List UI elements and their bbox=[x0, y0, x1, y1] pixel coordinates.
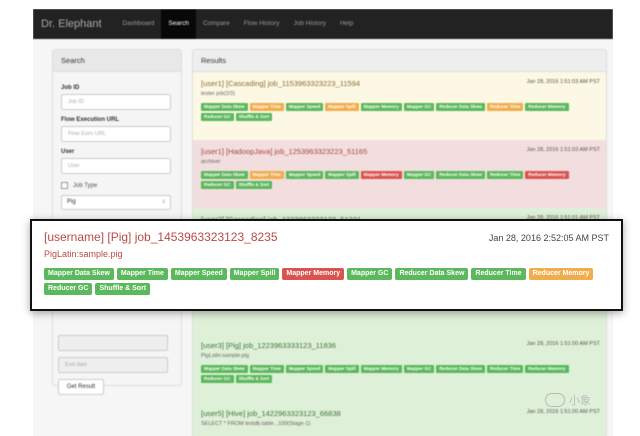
highlighted-result-card[interactable]: [username] [Pig] job_1453963323123_8235 … bbox=[30, 219, 623, 311]
heuristic-badge[interactable]: Reducer GC bbox=[201, 375, 234, 383]
result-time: Jan 28, 2016 1:51:03 AM PST bbox=[526, 147, 600, 153]
heuristic-badge[interactable]: Reducer Time bbox=[486, 365, 524, 373]
heuristic-badge[interactable]: Reducer GC bbox=[201, 181, 234, 189]
heuristic-badge[interactable]: Mapper Speed bbox=[285, 365, 324, 373]
heuristic-badges: Mapper Data Skew Mapper Time Mapper Speed M… bbox=[201, 365, 601, 383]
heuristic-badge[interactable]: Reducer GC bbox=[44, 283, 93, 295]
heuristic-badge[interactable]: Mapper Time bbox=[249, 365, 284, 373]
watermark-text: 小象 bbox=[569, 395, 591, 407]
heuristic-badge[interactable]: Mapper Data Skew bbox=[201, 103, 248, 111]
heuristic-badge[interactable]: Mapper GC bbox=[403, 365, 435, 373]
search-panel-title: Search bbox=[53, 50, 181, 72]
result-title[interactable]: [user5] [Hive] job_1422963323123_66838 bbox=[201, 409, 341, 418]
result-title[interactable]: [user3] [Pig] job_1223963333123_11836 bbox=[201, 341, 336, 350]
heuristic-badge[interactable]: Mapper Spill bbox=[325, 103, 359, 111]
heuristic-badge[interactable]: Mapper Speed bbox=[285, 103, 324, 111]
heuristic-badge[interactable]: Reducer Data Skew bbox=[436, 171, 485, 179]
heuristic-badge[interactable]: Mapper Time bbox=[249, 103, 284, 111]
heuristic-badge[interactable]: Mapper Data Skew bbox=[201, 171, 248, 179]
heuristic-badge[interactable]: Reducer Memory bbox=[525, 103, 569, 111]
highlight-subtitle: PigLatin:sample.pig bbox=[44, 249, 123, 259]
heuristic-badge[interactable]: Mapper Data Skew bbox=[201, 365, 248, 373]
heuristic-badge[interactable]: Shuffle & Sort bbox=[235, 375, 273, 383]
heuristic-badge[interactable]: Mapper Spill bbox=[325, 365, 359, 373]
heuristic-badge[interactable]: Mapper Time bbox=[116, 268, 168, 280]
select-arrows-icon: ↕ bbox=[162, 199, 165, 205]
heuristic-badge[interactable]: Mapper Memory bbox=[360, 365, 402, 373]
result-subtitle: tester job(2/3) bbox=[201, 91, 235, 97]
heuristic-badge[interactable]: Reducer Memory bbox=[528, 268, 594, 280]
nav-help[interactable]: Help bbox=[333, 9, 360, 39]
nav-flow-history[interactable]: Flow History bbox=[237, 9, 287, 39]
heuristic-badge[interactable]: Reducer Memory bbox=[525, 171, 569, 179]
heuristic-badge[interactable]: Reducer Time bbox=[471, 268, 526, 280]
start-date-input[interactable] bbox=[58, 335, 168, 351]
highlight-time: Jan 28, 2016 2:52:05 AM PST bbox=[488, 233, 609, 243]
heuristic-badge[interactable]: Reducer Time bbox=[486, 103, 524, 111]
heuristic-badge[interactable]: Mapper Time bbox=[249, 171, 284, 179]
heuristic-badge[interactable]: Mapper Memory bbox=[282, 268, 345, 280]
results-title: Results bbox=[193, 50, 606, 72]
flow-url-label: Flow Execution URL bbox=[61, 117, 120, 123]
result-subtitle: PigLatin:sample.pig bbox=[201, 353, 250, 359]
user-input[interactable]: User bbox=[61, 158, 171, 174]
result-title[interactable]: [user1] [HadoopJava] job_1253963323223_5… bbox=[201, 147, 367, 156]
heuristic-badge[interactable]: Mapper Memory bbox=[360, 171, 402, 179]
heuristic-badge[interactable]: Reducer Data Skew bbox=[436, 103, 485, 111]
result-subtitle: archiver bbox=[201, 159, 221, 165]
navbar: Dr. Elephant Dashboard Search Compare Fl… bbox=[33, 9, 613, 39]
heuristic-badge[interactable]: Mapper Speed bbox=[170, 268, 227, 280]
job-type-label: Job Type bbox=[73, 182, 98, 189]
heuristic-badge[interactable]: Shuffle & Sort bbox=[95, 283, 151, 295]
user-label: User bbox=[61, 149, 75, 155]
heuristic-badge[interactable]: Reducer GC bbox=[201, 113, 234, 121]
result-row-0[interactable]: [user1] [Cascading] job_1153963323223_11… bbox=[193, 72, 606, 140]
end-date-input[interactable]: End date bbox=[58, 357, 168, 373]
heuristic-badge[interactable]: Reducer Memory bbox=[525, 365, 569, 373]
highlight-title[interactable]: [username] [Pig] job_1453963323123_8235 bbox=[44, 230, 278, 244]
watermark: 小象 bbox=[545, 392, 591, 408]
result-time: Jan 28, 2016 1:51:00 AM PST bbox=[526, 409, 600, 415]
job-type-checkbox-row[interactable]: Job Type bbox=[61, 182, 173, 189]
heuristic-badge[interactable]: Reducer Data Skew bbox=[395, 268, 469, 280]
heuristic-badge[interactable]: Mapper Spill bbox=[325, 171, 359, 179]
result-time: Jan 28, 2016 1:51:00 AM PST bbox=[526, 341, 600, 347]
heuristic-badge[interactable]: Reducer Data Skew bbox=[436, 365, 485, 373]
job-type-select[interactable]: Pig ↕ bbox=[61, 195, 171, 210]
nav-search[interactable]: Search bbox=[161, 9, 196, 39]
job-type-value: Pig bbox=[67, 199, 76, 205]
heuristic-badge[interactable]: Mapper GC bbox=[403, 103, 435, 111]
nav-compare[interactable]: Compare bbox=[196, 9, 237, 39]
highlight-badges: Mapper Data Skew Mapper Time Mapper Speed M… bbox=[44, 268, 604, 295]
wechat-icon bbox=[545, 393, 565, 407]
get-result-button[interactable]: Get Result bbox=[58, 379, 104, 395]
heuristic-badges: Mapper Data Skew Mapper Time Mapper Speed M… bbox=[201, 103, 601, 121]
nav-dashboard[interactable]: Dashboard bbox=[116, 9, 162, 39]
heuristic-badge[interactable]: Mapper GC bbox=[347, 268, 393, 280]
result-time: Jan 28, 2016 1:51:03 AM PST bbox=[526, 79, 600, 85]
job-type-checkbox[interactable] bbox=[61, 182, 68, 189]
date-form: End date Get Result bbox=[58, 335, 168, 395]
heuristic-badge[interactable]: Mapper GC bbox=[403, 171, 435, 179]
brand-logo[interactable]: Dr. Elephant bbox=[41, 18, 102, 30]
heuristic-badges: Mapper Data Skew Mapper Time Mapper Speed M… bbox=[201, 171, 601, 189]
result-row-1[interactable]: [user1] [HadoopJava] job_1253963323223_5… bbox=[193, 140, 606, 208]
heuristic-badge[interactable]: Shuffle & Sort bbox=[235, 113, 273, 121]
heuristic-badge[interactable]: Reducer Time bbox=[486, 171, 524, 179]
heuristic-badge[interactable]: Mapper Speed bbox=[285, 171, 324, 179]
job-id-input[interactable]: Job ID bbox=[61, 94, 171, 110]
result-subtitle: SELECT * FROM testdb.table...100(Stage-1… bbox=[201, 421, 311, 427]
heuristic-badge[interactable]: Shuffle & Sort bbox=[235, 181, 273, 189]
heuristic-badge[interactable]: Mapper Data Skew bbox=[44, 268, 114, 280]
heuristic-badge[interactable]: Mapper Memory bbox=[360, 103, 402, 111]
heuristic-badge[interactable]: Mapper Spill bbox=[229, 268, 280, 280]
job-id-label: Job ID bbox=[61, 85, 80, 91]
flow-url-input[interactable]: Flow Exec URL bbox=[61, 126, 171, 142]
result-title[interactable]: [user1] [Cascading] job_1153963323223_11… bbox=[201, 79, 360, 88]
nav-job-history[interactable]: Job History bbox=[286, 9, 333, 39]
